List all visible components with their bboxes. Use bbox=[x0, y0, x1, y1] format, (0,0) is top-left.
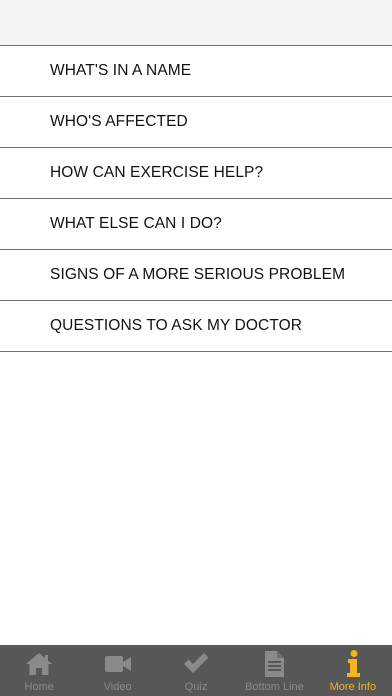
app-screen: WHAT'S IN A NAME WHO'S AFFECTED HOW CAN … bbox=[0, 0, 392, 696]
tab-video[interactable]: Video bbox=[78, 645, 156, 696]
menu-item-whos-affected[interactable]: WHO'S AFFECTED bbox=[0, 97, 392, 148]
menu-item-questions-for-doctor[interactable]: QUESTIONS TO ASK MY DOCTOR bbox=[0, 301, 392, 352]
tab-quiz[interactable]: Quiz bbox=[157, 645, 235, 696]
menu-item-label: QUESTIONS TO ASK MY DOCTOR bbox=[50, 317, 303, 334]
home-icon bbox=[22, 649, 56, 679]
tab-label: Home bbox=[24, 681, 54, 693]
top-navigation-bar bbox=[0, 0, 392, 46]
tab-label: More Info bbox=[329, 681, 377, 693]
menu-item-label: HOW CAN EXERCISE HELP? bbox=[50, 164, 264, 181]
video-camera-icon bbox=[101, 649, 135, 679]
tab-bottom-line[interactable]: Bottom Line bbox=[235, 645, 313, 696]
tab-more-info[interactable]: More Info bbox=[314, 645, 392, 696]
bottom-tab-bar: Home Video Quiz Bottom Line More Info bbox=[0, 645, 392, 696]
menu-item-signs-of-serious-problem[interactable]: SIGNS OF A MORE SERIOUS PROBLEM bbox=[0, 250, 392, 301]
tab-home[interactable]: Home bbox=[0, 645, 78, 696]
document-icon bbox=[257, 649, 291, 679]
menu-item-whats-in-a-name[interactable]: WHAT'S IN A NAME bbox=[0, 46, 392, 97]
tab-label: Bottom Line bbox=[245, 681, 304, 693]
menu-item-how-can-exercise-help[interactable]: HOW CAN EXERCISE HELP? bbox=[0, 148, 392, 199]
menu-item-label: SIGNS OF A MORE SERIOUS PROBLEM bbox=[50, 266, 346, 283]
menu-item-label: WHO'S AFFECTED bbox=[50, 113, 188, 130]
menu-item-label: WHAT'S IN A NAME bbox=[50, 62, 192, 79]
menu-item-label: WHAT ELSE CAN I DO? bbox=[50, 215, 222, 232]
more-info-menu: WHAT'S IN A NAME WHO'S AFFECTED HOW CAN … bbox=[0, 46, 392, 352]
tab-label: Video bbox=[103, 681, 132, 693]
menu-item-what-else-can-i-do[interactable]: WHAT ELSE CAN I DO? bbox=[0, 199, 392, 250]
info-icon bbox=[336, 649, 370, 679]
checkmark-icon bbox=[179, 649, 213, 679]
tab-label: Quiz bbox=[184, 681, 208, 693]
